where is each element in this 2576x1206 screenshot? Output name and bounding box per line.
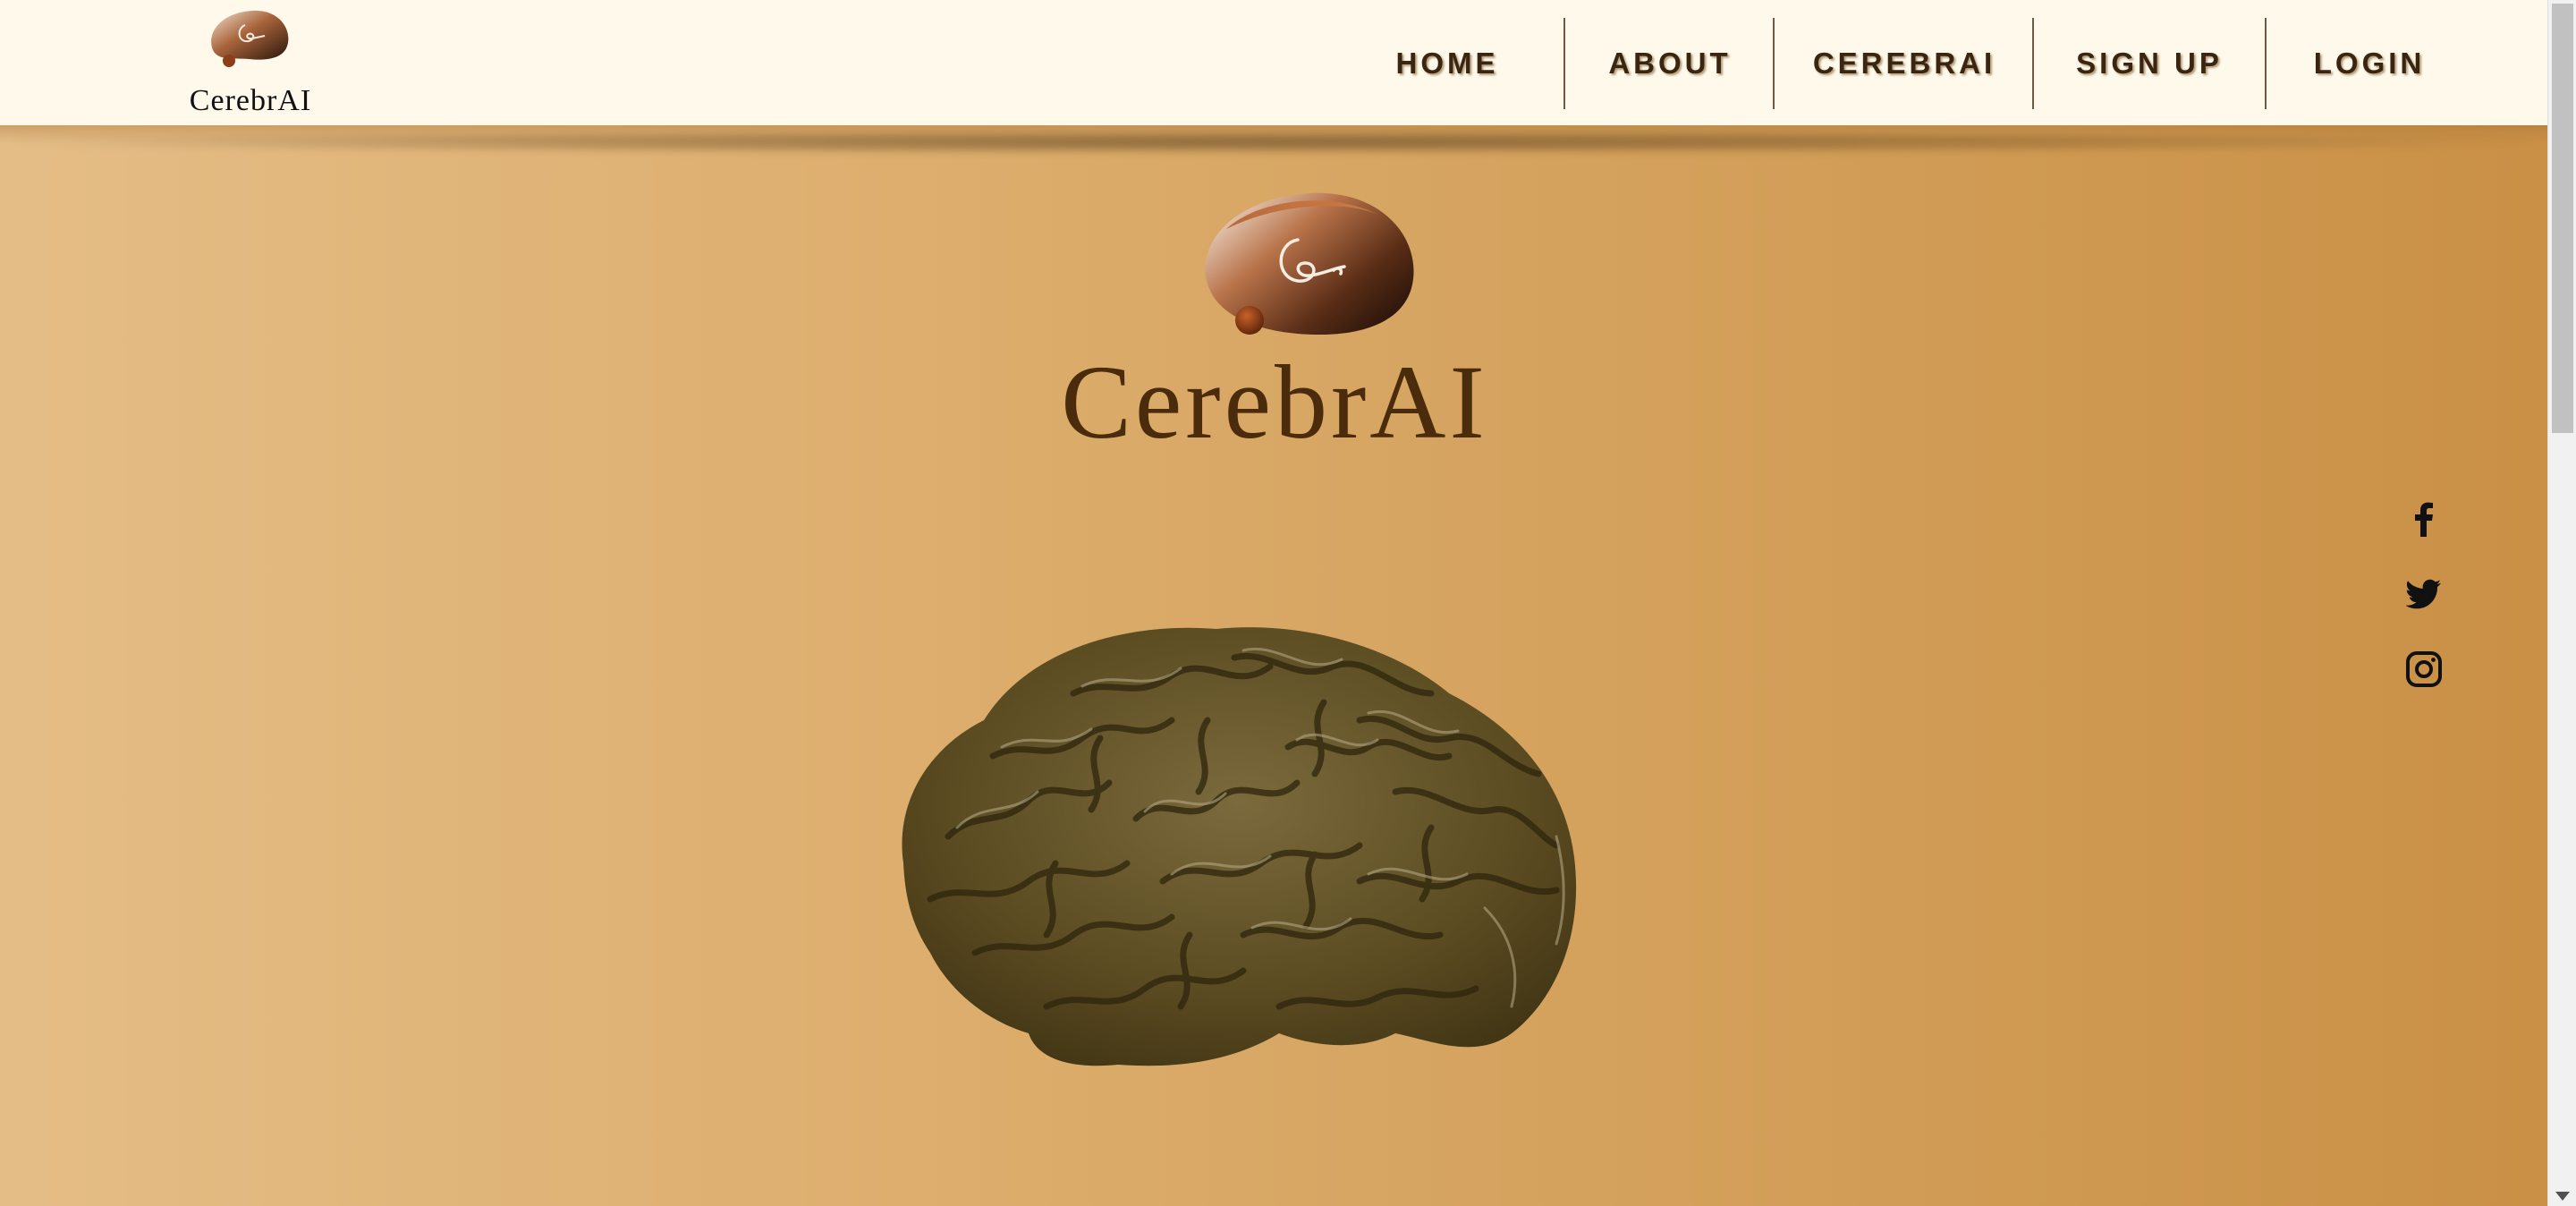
vertical-scrollbar[interactable] (2547, 0, 2576, 1206)
nav-sign-up[interactable]: SIGN UP (2034, 18, 2265, 109)
brain-logo-icon (1205, 192, 1414, 335)
nav-login[interactable]: LOGIN (2267, 18, 2472, 109)
scrollbar-thumb[interactable] (2552, 4, 2573, 433)
brain-logo-icon (211, 10, 289, 67)
twitter-icon[interactable] (2406, 576, 2442, 612)
nav-home[interactable]: HOME (1358, 18, 1537, 109)
scroll-down-arrow-icon[interactable] (2555, 1192, 2570, 1201)
top-navbar: CerebrAI HOME ABOUT CEREBRAI SIGN UP LOG… (0, 0, 2547, 125)
page: CerebrAI HOME ABOUT CEREBRAI SIGN UP LOG… (0, 0, 2576, 1206)
nav-about[interactable]: ABOUT (1565, 18, 1775, 109)
hero-title: CerebrAI (1061, 344, 1488, 461)
header-shadow (9, 131, 2538, 154)
facebook-icon[interactable] (2406, 501, 2442, 537)
brand-name: CerebrAI (189, 84, 312, 117)
instagram-icon[interactable] (2406, 651, 2442, 687)
nav-cerebrai[interactable]: CEREBRAI (1775, 18, 2034, 109)
brand[interactable]: CerebrAI (179, 7, 322, 117)
brain-illustration (902, 627, 1577, 1066)
